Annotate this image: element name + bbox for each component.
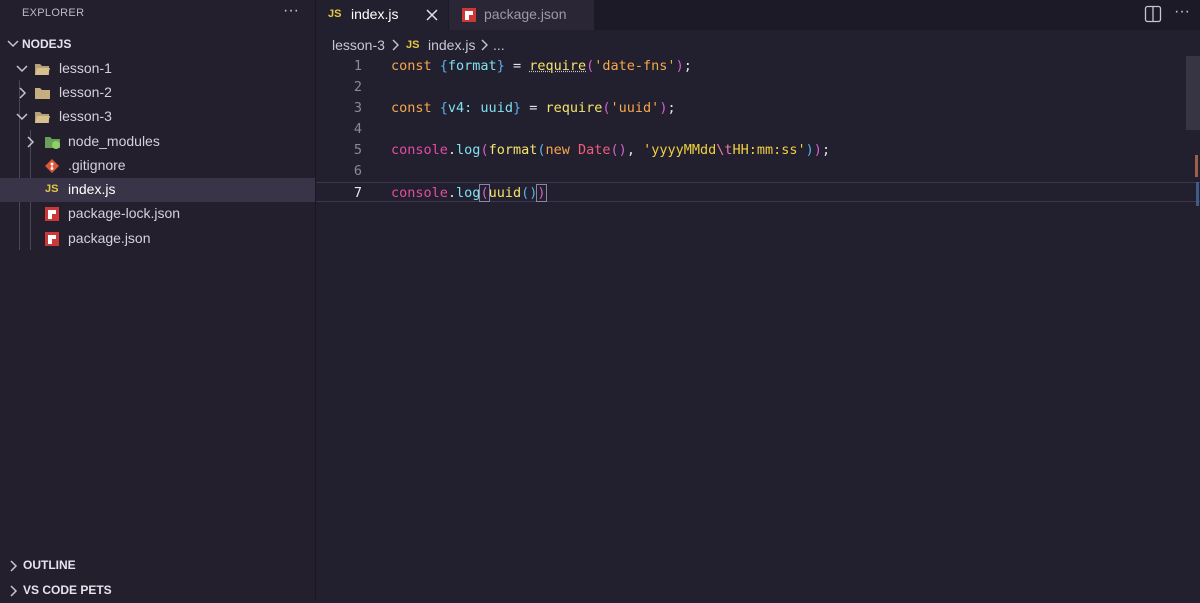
explorer-sidebar: EXPLORER ··· NODEJS lesson-1 lesson-2 le… (0, 0, 316, 600)
section-outline[interactable]: OUTLINE (0, 554, 315, 578)
tree-item-lesson-1[interactable]: lesson-1 (0, 57, 315, 81)
overview-ruler-mark (1195, 155, 1198, 177)
root-folder-label: NODEJS (22, 37, 72, 51)
tree-item-lesson-2[interactable]: lesson-2 (0, 81, 315, 105)
git-icon (44, 158, 60, 174)
tree-item-label: lesson-2 (59, 84, 112, 100)
folder-open-icon (34, 61, 50, 77)
code-editor[interactable]: 1 const {format} = require('date-fns'); … (316, 56, 1200, 600)
tree-item-label: package.json (68, 230, 151, 246)
more-actions-icon[interactable]: ··· (281, 1, 301, 21)
tab-index-js[interactable]: JS index.js (316, 0, 448, 30)
tree-item-package-json[interactable]: package.json (0, 227, 315, 251)
code-line: 3 const {v4: uuid} = require('uuid'); (316, 98, 1200, 118)
chevron-down-icon (5, 36, 21, 52)
chevron-right-icon (22, 134, 38, 150)
tree-item-node-modules[interactable]: node_modules (0, 130, 315, 154)
editor-tab-bar: JS index.js package.json (316, 0, 1200, 30)
tree-item-index-js[interactable]: JS index.js (0, 178, 315, 202)
tab-package-json[interactable]: package.json (449, 0, 594, 30)
chevron-right-icon (5, 558, 21, 574)
section-label: VS CODE PETS (23, 583, 112, 597)
tree-item-label: node_modules (68, 133, 160, 149)
js-file-icon: JS (328, 8, 342, 20)
more-actions-icon[interactable]: ··· (1172, 2, 1192, 22)
breadcrumb-symbols[interactable]: ... (493, 37, 505, 53)
section-label: OUTLINE (23, 558, 76, 572)
line-number: 7 (353, 185, 362, 201)
tree-item-gitignore[interactable]: .gitignore (0, 154, 315, 178)
chevron-right-icon (390, 38, 402, 55)
close-icon[interactable] (424, 7, 440, 23)
chevron-right-icon (5, 583, 21, 599)
line-number: 1 (353, 58, 362, 74)
tree-item-package-lock-json[interactable]: package-lock.json (0, 202, 315, 226)
chevron-right-icon (14, 85, 30, 101)
npm-icon (44, 231, 60, 247)
tree-item-label: .gitignore (68, 157, 126, 173)
section-vs-code-pets[interactable]: VS CODE PETS (0, 579, 315, 603)
line-number: 5 (353, 142, 362, 158)
overview-ruler-cursor (1196, 182, 1199, 206)
breadcrumb-folder[interactable]: lesson-3 (332, 37, 385, 53)
line-number: 2 (353, 79, 362, 95)
npm-icon (44, 206, 60, 222)
tab-label: package.json (484, 6, 567, 22)
line-number: 4 (353, 121, 362, 137)
editor-scrollbar[interactable] (1186, 56, 1200, 130)
code-line: 6 (316, 161, 1200, 181)
split-editor-icon[interactable] (1144, 5, 1162, 23)
folder-open-icon (34, 109, 50, 125)
code-line: 2 (316, 77, 1200, 97)
js-file-icon: JS (45, 183, 59, 195)
npm-icon (461, 7, 477, 23)
breadcrumb: lesson-3 JS index.js ... (316, 34, 1200, 56)
folder-root-nodejs[interactable]: NODEJS (0, 33, 315, 55)
code-line: 1 const {format} = require('date-fns'); (316, 56, 1200, 76)
folder-icon (34, 85, 50, 101)
code-text: const {v4: uuid} = require('uuid'); (391, 100, 676, 116)
tree-item-label: package-lock.json (68, 205, 181, 221)
chevron-right-icon (479, 38, 491, 55)
js-file-icon: JS (406, 39, 420, 51)
tree-item-label: lesson-1 (59, 60, 112, 76)
chevron-down-icon (14, 109, 30, 125)
code-line-current: 7 console.log(uuid()) (316, 182, 1200, 202)
line-number: 3 (353, 100, 362, 116)
code-line: 5 console.log(format(new Date(), 'yyyyMM… (316, 140, 1200, 160)
explorer-header: EXPLORER ··· (0, 0, 315, 28)
code-text: console.log(format(new Date(), 'yyyyMMdd… (391, 142, 831, 158)
code-line: 4 (316, 119, 1200, 139)
breadcrumb-file[interactable]: index.js (428, 37, 475, 53)
tree-item-label: lesson-3 (59, 108, 112, 124)
line-number: 6 (353, 163, 362, 179)
code-text: const {format} = require('date-fns'); (391, 58, 692, 74)
chevron-down-icon (14, 61, 30, 77)
tab-label: index.js (351, 6, 399, 22)
code-text: console.log(uuid()) (391, 184, 547, 202)
explorer-title: EXPLORER (22, 7, 85, 19)
tree-item-lesson-3[interactable]: lesson-3 (0, 105, 315, 129)
tree-item-label: index.js (68, 181, 116, 197)
node-modules-folder-icon (44, 134, 60, 150)
